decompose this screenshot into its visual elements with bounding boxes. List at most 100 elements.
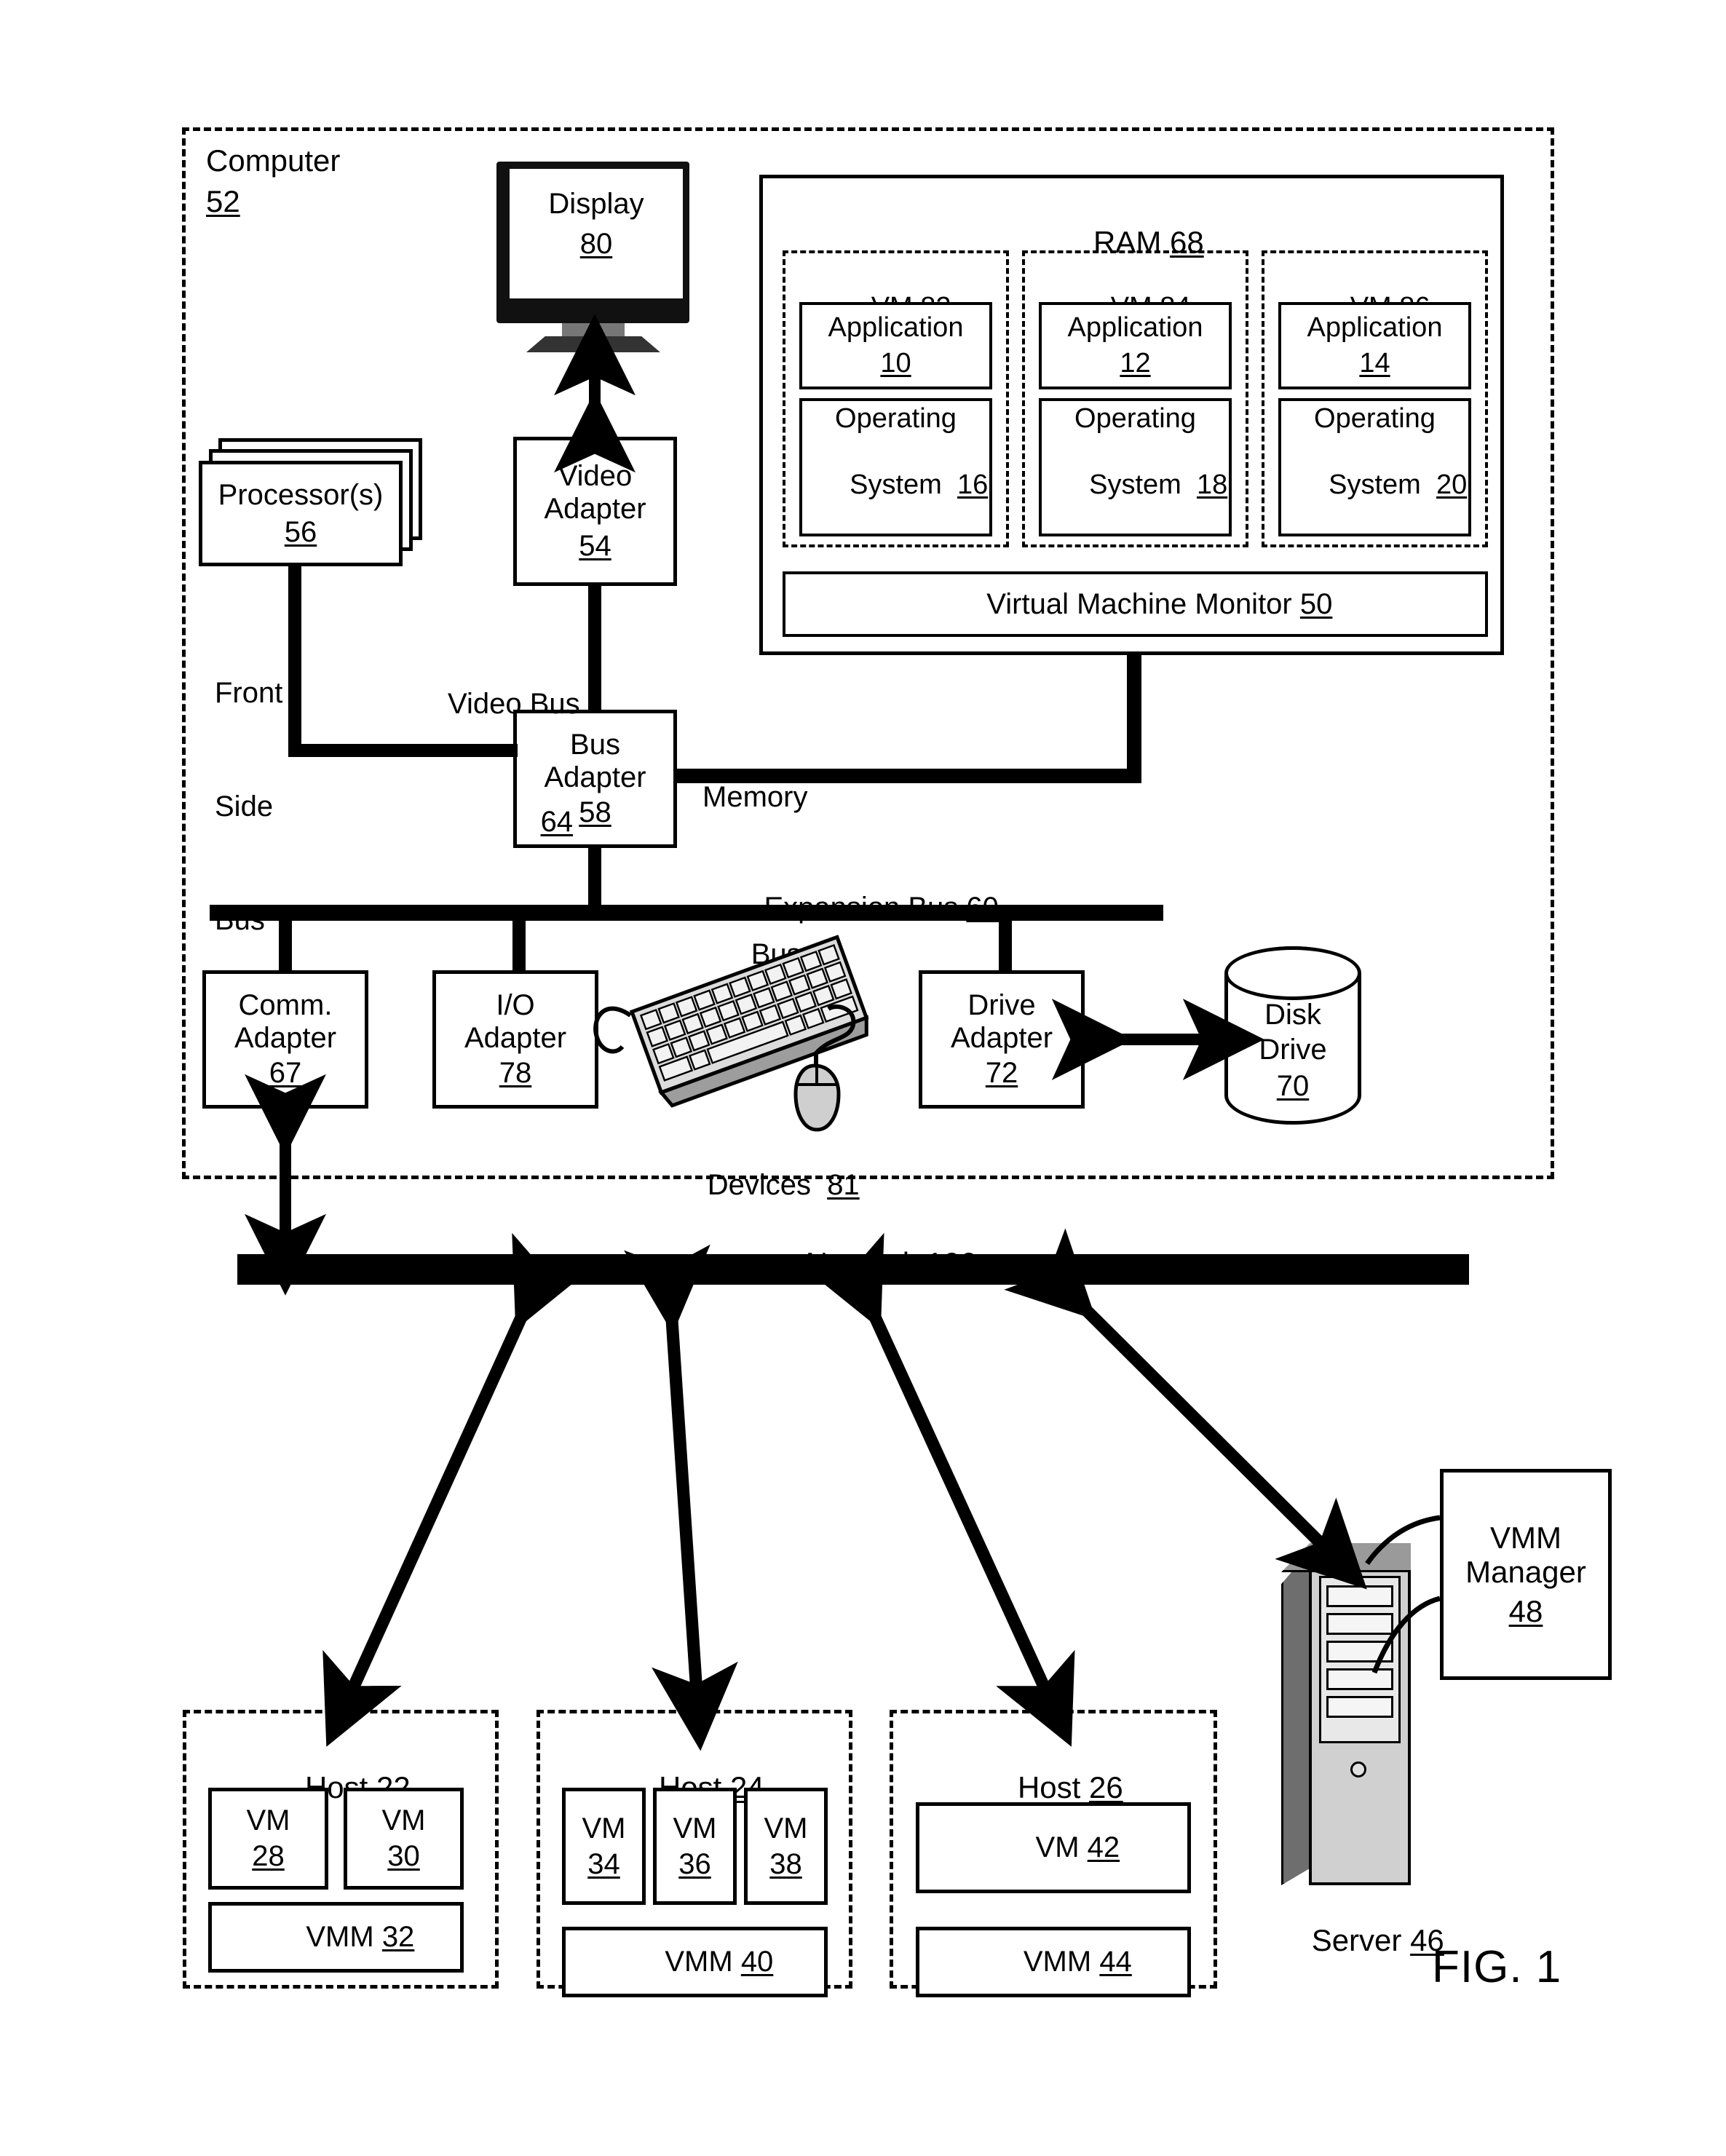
computer-title: Computer: [206, 143, 341, 178]
vmm-manager-title: VMM: [1490, 1521, 1561, 1555]
vmm-50-label: Virtual Machine Monitor 50: [938, 555, 1332, 653]
io-adapter-ref: 78: [499, 1057, 532, 1090]
disk-drive-top-ellipse: [1224, 946, 1361, 1000]
computer-ref: 52: [206, 184, 240, 218]
disk-drive-title: Disk: [1264, 999, 1321, 1031]
front-side-bus-l3: Bus: [215, 904, 265, 936]
os-16-title2: System: [850, 469, 942, 500]
application-14-ref: 14: [1359, 348, 1390, 379]
host-24-vm-38: VM 38: [744, 1788, 828, 1905]
video-adapter-ref: 54: [579, 529, 611, 562]
vmm-50-title: Virtual Machine Monitor: [986, 587, 1292, 620]
os-16-title: Operating: [835, 403, 957, 434]
vm-42-ref: 42: [1087, 1831, 1120, 1864]
expansion-bus-ref: 60: [966, 891, 999, 924]
network-host22-arrow: [322, 1232, 591, 1747]
drive-adapter-box: Drive Adapter 72: [919, 970, 1085, 1109]
host-24-vm-36: VM 36: [653, 1788, 737, 1905]
video-bus-title: Video Bus: [448, 688, 580, 720]
expansion-bus-line: [210, 905, 1163, 921]
os-18-box: Operating System 18: [1039, 398, 1232, 536]
server-power-led: [1350, 1761, 1366, 1777]
os-18-line2: System 18: [1043, 438, 1227, 531]
figure-canvas: Computer 52 Display 80 RAM 68 VM 82 Appl…: [0, 0, 1726, 2156]
io-adapter-title2: Adapter: [464, 1021, 567, 1054]
network-bus: [237, 1254, 1469, 1285]
expansion-bus-stub: [588, 847, 601, 909]
server-drive-bay-3: [1326, 1641, 1393, 1662]
os-20-box: Operating System 20: [1278, 398, 1471, 536]
front-side-bus-l2: Side: [215, 790, 274, 823]
application-14-box: Application 14: [1278, 302, 1471, 389]
server-drive-bay-4: [1326, 1668, 1393, 1690]
processors-title: Processor(s): [218, 478, 384, 511]
processors-ref: 56: [284, 515, 317, 548]
host-22-vmm-32: VMM 32: [208, 1902, 464, 1973]
vmm-40-title: VMM: [665, 1946, 733, 1978]
processors-box: Processor(s) 56: [199, 461, 403, 566]
os-20-line2: System 20: [1283, 438, 1467, 531]
video-bus-line: [588, 586, 601, 713]
server-title: Server: [1311, 1923, 1402, 1958]
vmm-manager-ref: 48: [1508, 1593, 1543, 1628]
video-bus-ref: 64: [540, 806, 574, 838]
user-input-l1: User Input: [659, 1018, 793, 1050]
video-adapter-title2: Adapter: [544, 493, 646, 526]
vm-28-ref: 28: [252, 1840, 285, 1872]
vm-34-title: VM: [582, 1812, 626, 1844]
application-12-box: Application 12: [1039, 302, 1232, 389]
vm-42-label: VM 42: [987, 1799, 1120, 1896]
disk-drive-title2: Drive: [1259, 1034, 1327, 1066]
user-input-ref: 81: [827, 1169, 860, 1201]
expansion-bus-title: Expansion Bus: [764, 891, 959, 924]
vmm-32-label: VMM 32: [258, 1888, 415, 1986]
display-ref: 80: [579, 228, 613, 260]
front-side-bus-l1: Front: [215, 677, 283, 709]
host-26-vm-42: VM 42: [916, 1802, 1191, 1893]
host-24-vm-34: VM 34: [562, 1788, 646, 1905]
os-20-ref: 20: [1436, 469, 1468, 500]
comm-adapter-title: Comm.: [238, 988, 333, 1021]
host-24-vmm-40: VMM 40: [562, 1927, 828, 1997]
video-adapter-box: Video Adapter 54: [513, 437, 677, 586]
os-16-ref: 16: [957, 469, 989, 500]
video-bus-label: Video Bus 64: [448, 606, 580, 920]
disk-drive-ref: 70: [1276, 1070, 1310, 1102]
vm-36-title: VM: [673, 1812, 717, 1844]
server-tower-top: [1281, 1543, 1411, 1572]
application-14-title: Application: [1307, 312, 1443, 344]
display-base: [526, 336, 660, 352]
os-18-ref: 18: [1196, 469, 1228, 500]
host-22-vm-30: VM 30: [344, 1788, 464, 1890]
comm-adapter-title2: Adapter: [234, 1021, 337, 1054]
vm-38-ref: 38: [769, 1847, 802, 1880]
os-16-line2: System 16: [804, 438, 988, 531]
vmm-32-ref: 32: [381, 1921, 415, 1954]
host-26-vmm-44: VMM 44: [916, 1927, 1191, 1997]
application-12-ref: 12: [1120, 348, 1151, 379]
os-18-title2: System: [1089, 469, 1181, 500]
application-10-box: Application 10: [799, 302, 992, 389]
vmm-manager-title2: Manager: [1465, 1555, 1586, 1590]
server-drive-bay-1: [1326, 1585, 1393, 1607]
os-20-title2: System: [1329, 469, 1421, 500]
vm-30-ref: 30: [387, 1840, 420, 1872]
io-adapter-drop: [512, 919, 526, 972]
comm-adapter-ref: 67: [269, 1057, 302, 1090]
vm-42-title: VM: [1035, 1831, 1080, 1864]
application-10-title: Application: [828, 312, 964, 344]
display-title: Display: [548, 188, 644, 220]
vm-36-ref: 36: [678, 1847, 711, 1880]
memory-bus-l1: Memory: [702, 781, 808, 813]
network-host26-arrow: [805, 1232, 1075, 1747]
figure-label: FIG. 1: [1432, 1942, 1562, 1992]
vm-34-ref: 34: [587, 1847, 620, 1880]
application-10-ref: 10: [880, 348, 911, 379]
bus-adapter-ref: 58: [579, 796, 611, 829]
vmm-40-ref: 40: [740, 1946, 774, 1978]
vm-30-title: VM: [381, 1804, 426, 1837]
os-18-title: Operating: [1074, 403, 1196, 434]
drive-adapter-ref: 72: [985, 1057, 1018, 1090]
os-16-box: Operating System 16: [799, 398, 992, 536]
user-input-l2-text: Devices: [707, 1169, 811, 1201]
